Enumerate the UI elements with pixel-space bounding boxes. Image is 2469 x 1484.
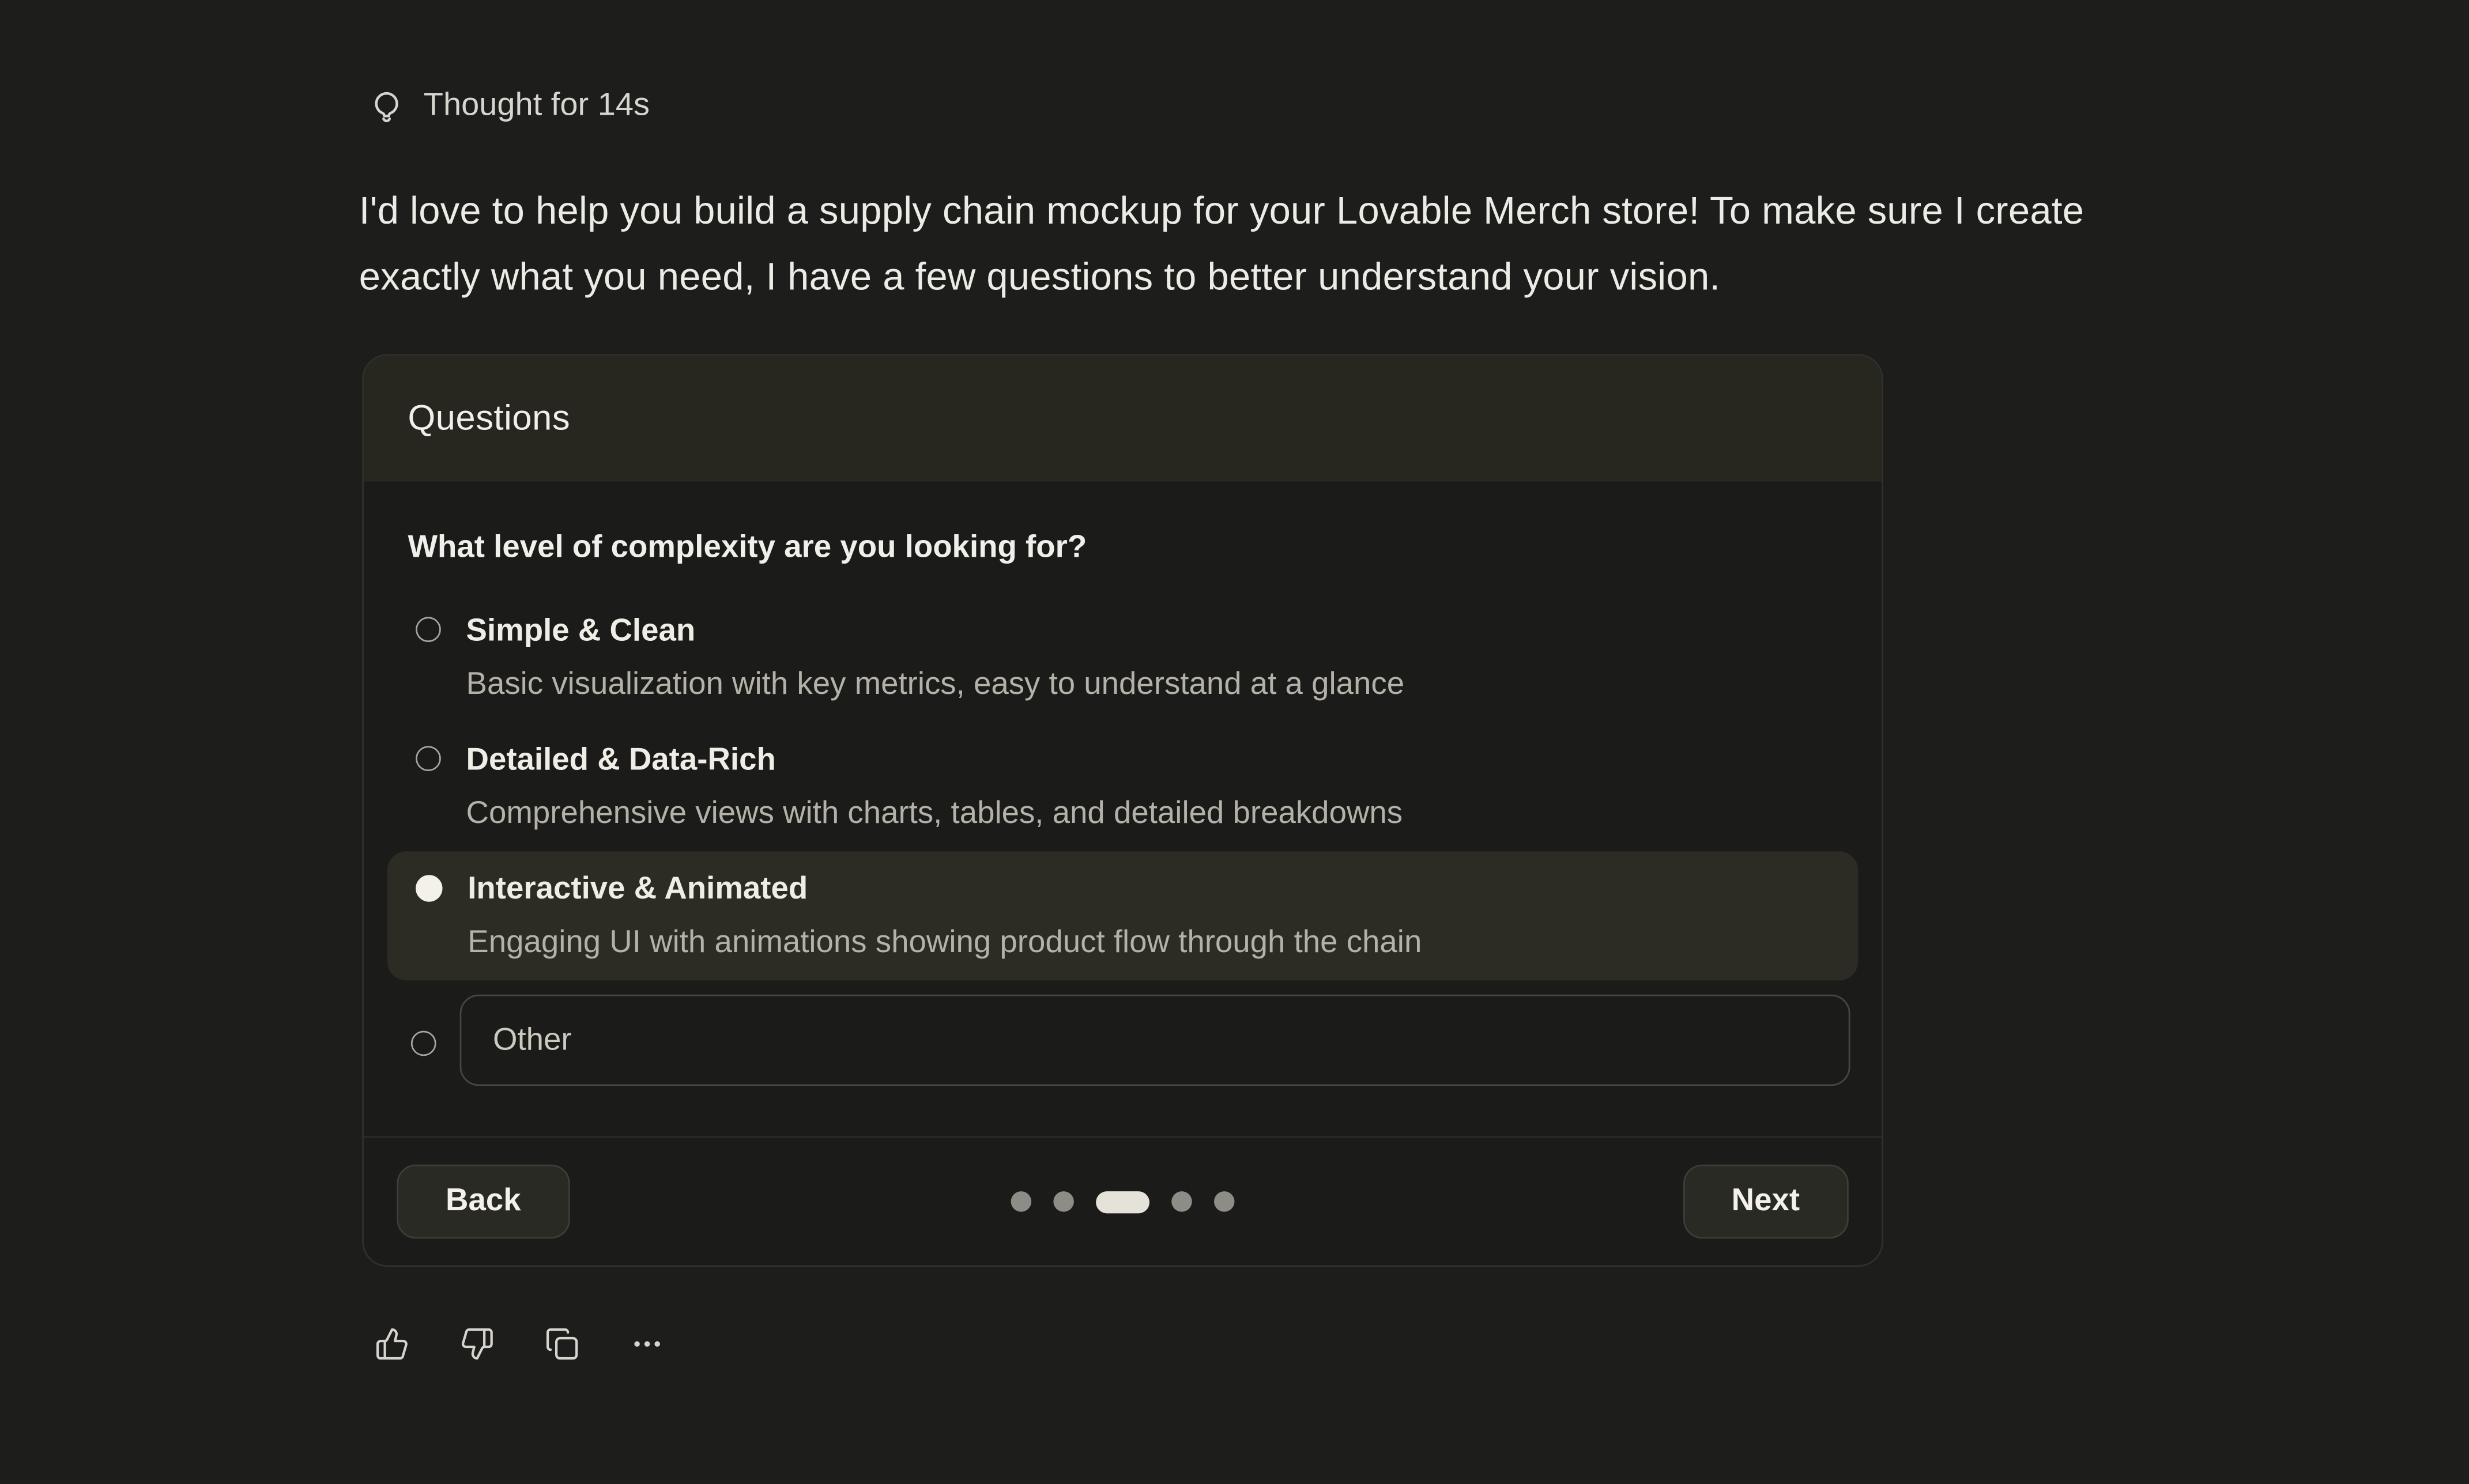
thought-label: Thought for 14s [424, 85, 650, 126]
back-button[interactable]: Back [397, 1165, 570, 1238]
questions-card-header: Questions [364, 356, 1882, 481]
pagination-dot[interactable] [1171, 1191, 1192, 1211]
card-title: Questions [408, 398, 570, 439]
thumbs-up-button[interactable] [375, 1327, 409, 1361]
radio-other[interactable] [411, 1031, 436, 1056]
pagination-dot-active[interactable] [1096, 1191, 1149, 1213]
other-input[interactable] [460, 995, 1850, 1086]
option-description: Engaging UI with animations showing prod… [468, 922, 1422, 963]
thumbs-down-button[interactable] [460, 1327, 495, 1361]
assistant-message: I'd love to help you build a supply chai… [359, 179, 2198, 311]
pagination-dot[interactable] [1011, 1191, 1032, 1211]
questions-card-body: What level of complexity are you looking… [364, 527, 1882, 1086]
pagination-dots [1011, 1191, 1235, 1213]
ellipsis-icon [630, 1327, 665, 1361]
option-detailed-data-rich[interactable]: Detailed & Data-Rich Comprehensive views… [387, 722, 1858, 851]
chat-message-block: Thought for 14s I'd love to help you bui… [0, 0, 2469, 1484]
radio-interactive-animated[interactable] [416, 875, 442, 901]
thumbs-down-icon [460, 1327, 495, 1361]
option-interactive-animated[interactable]: Interactive & Animated Engaging UI with … [387, 851, 1858, 980]
copy-icon [545, 1327, 579, 1361]
option-title: Simple & Clean [466, 611, 1405, 652]
questions-card-footer: Back Next [364, 1136, 1882, 1266]
option-title: Interactive & Animated [468, 869, 1422, 909]
option-description: Comprehensive views with charts, tables,… [466, 793, 1403, 834]
option-simple-clean[interactable]: Simple & Clean Basic visualization with … [387, 593, 1858, 722]
thought-summary[interactable]: Thought for 14s [368, 85, 650, 126]
radio-detailed-data-rich[interactable] [416, 746, 441, 771]
more-options-button[interactable] [630, 1327, 665, 1361]
lightbulb-icon [368, 88, 405, 124]
thumbs-up-icon [375, 1327, 409, 1361]
next-button[interactable]: Next [1683, 1165, 1849, 1238]
questions-card: Questions What level of complexity are y… [362, 354, 1883, 1267]
option-description: Basic visualization with key metrics, ea… [466, 664, 1405, 705]
option-title: Detailed & Data-Rich [466, 739, 1403, 780]
pagination-dot[interactable] [1053, 1191, 1074, 1211]
copy-button[interactable] [545, 1327, 579, 1361]
question-text: What level of complexity are you looking… [408, 527, 1837, 568]
option-other [387, 995, 1850, 1086]
pagination-dot[interactable] [1214, 1191, 1235, 1211]
radio-simple-clean[interactable] [416, 617, 441, 642]
message-actions [375, 1327, 665, 1361]
options-list: Simple & Clean Basic visualization with … [408, 593, 1837, 1086]
